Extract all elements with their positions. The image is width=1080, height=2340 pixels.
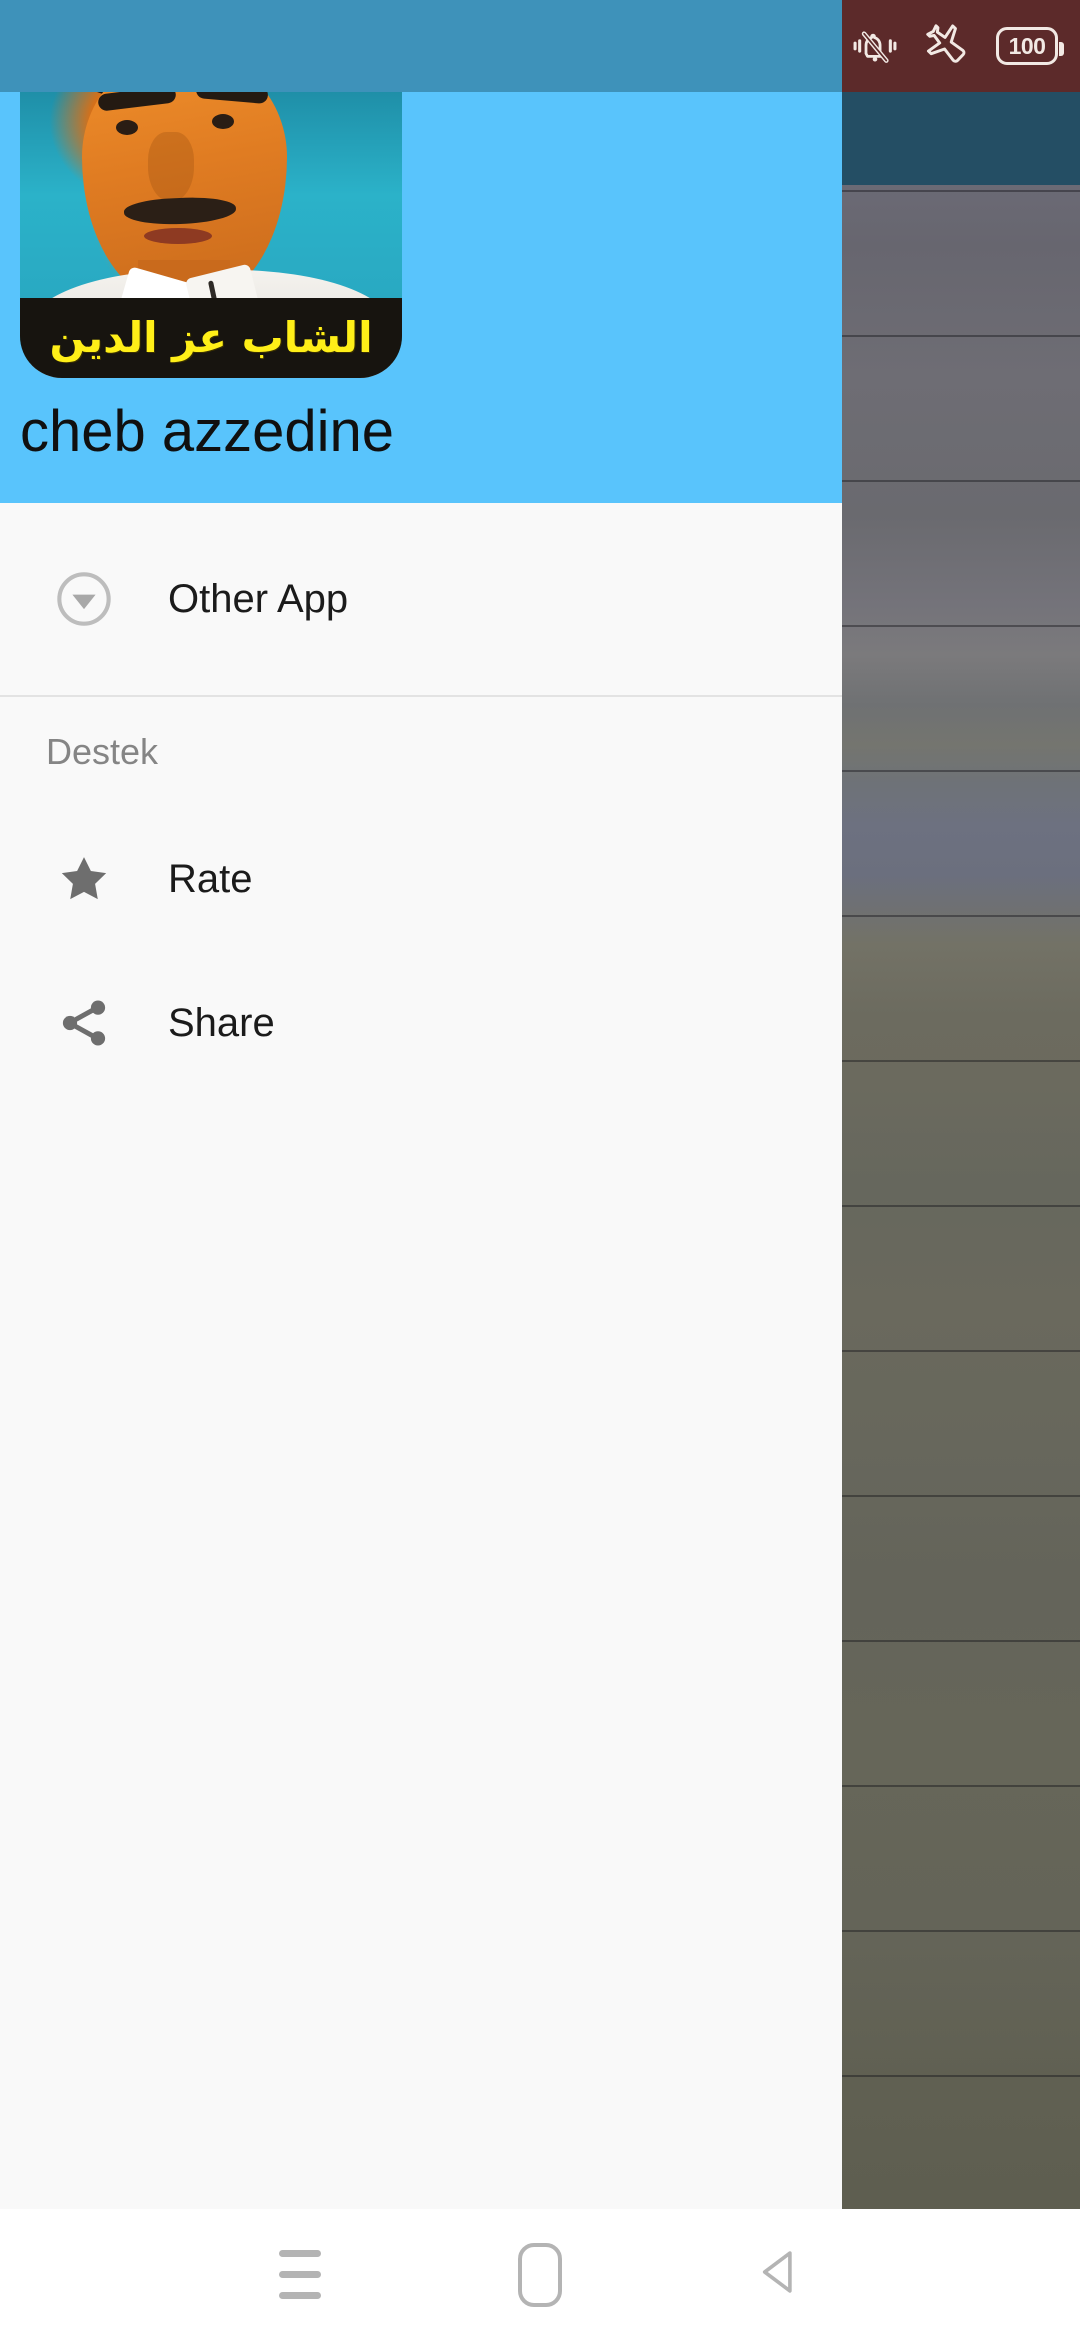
- section-header-destek: Destek: [46, 731, 159, 772]
- menu-item-share-label: Share: [168, 1001, 275, 1045]
- drawer-menu-list: Other App Destek Rate Share: [0, 503, 842, 1095]
- status-bar-icons: 100: [852, 0, 1064, 92]
- menu-item-other-app-label: Other App: [168, 577, 349, 621]
- vibrate-off-icon: [852, 23, 898, 69]
- portrait-nose: [148, 132, 194, 202]
- portrait-mouth: [144, 228, 212, 244]
- portrait-eye-left: [116, 120, 138, 135]
- app-icon-banner-text: الشاب عز الدين: [49, 313, 373, 362]
- status-bar: 100: [0, 0, 1080, 92]
- portrait-eye-right: [212, 114, 234, 129]
- system-navigation-bar: [0, 2209, 1080, 2340]
- recents-button[interactable]: [180, 2209, 420, 2340]
- download-circle-icon: [0, 570, 168, 628]
- menu-item-rate-label: Rate: [168, 857, 253, 901]
- triangle-left-icon: [753, 2245, 807, 2304]
- hamburger-icon: [279, 2250, 321, 2299]
- navigation-drawer: الشاب عز الدين cheb azzedine Other App D…: [0, 0, 842, 2209]
- battery-icon: 100: [996, 27, 1064, 65]
- menu-item-other-app[interactable]: Other App: [0, 503, 842, 695]
- app-icon-banner: الشاب عز الدين: [20, 298, 402, 378]
- app-name-title: cheb azzedine: [20, 399, 395, 464]
- back-button[interactable]: [660, 2209, 900, 2340]
- share-icon: [0, 995, 168, 1051]
- rounded-rect-icon: [518, 2242, 562, 2307]
- airplane-mode-icon: [924, 23, 970, 69]
- battery-level-text: 100: [1008, 32, 1046, 59]
- star-icon: [0, 851, 168, 907]
- menu-item-share[interactable]: Share: [0, 951, 842, 1095]
- status-bar-left-background: [0, 0, 842, 92]
- menu-item-rate[interactable]: Rate: [0, 807, 842, 951]
- home-button[interactable]: [420, 2209, 660, 2340]
- phone-screen: الشاب عز الدين cheb azzedine Other App D…: [0, 0, 1080, 2340]
